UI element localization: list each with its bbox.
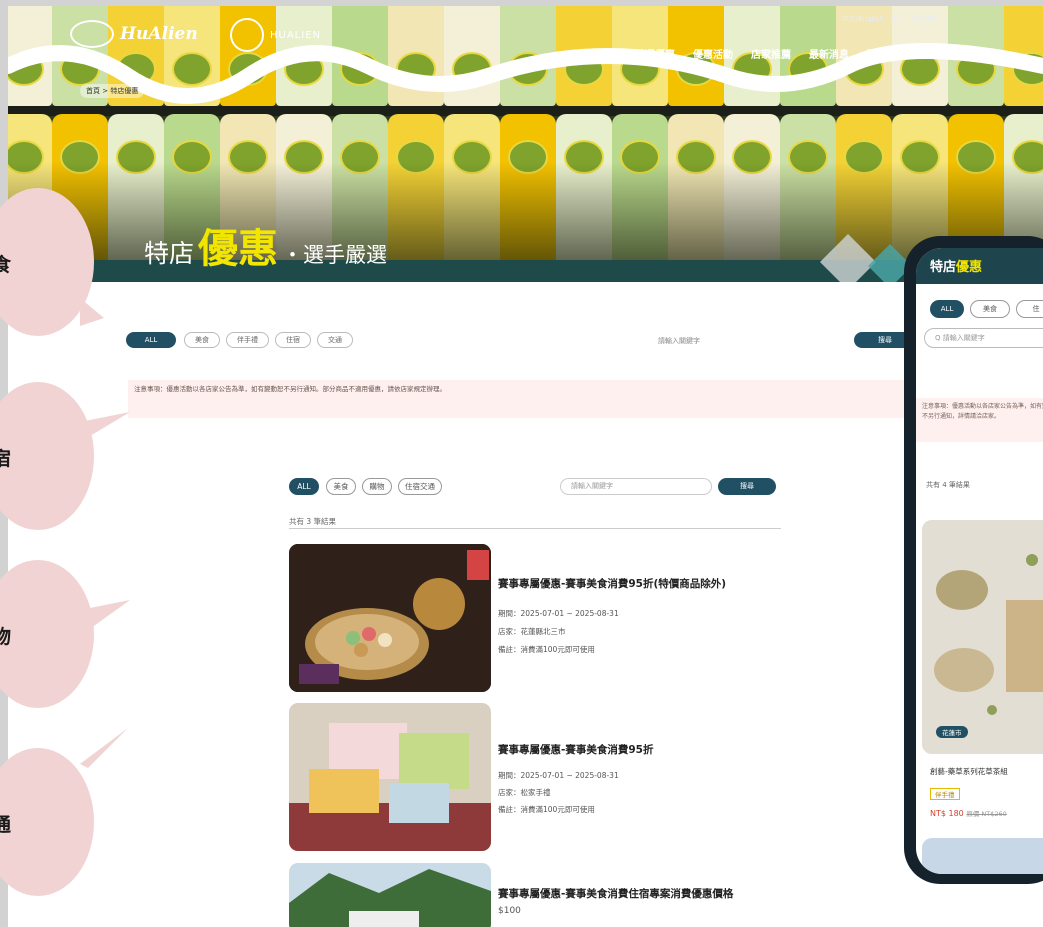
phone-product-image[interactable] <box>922 520 1043 754</box>
content-search-button[interactable]: 搜尋 <box>718 478 776 495</box>
logo-text: HuAlien <box>120 24 198 44</box>
phone-notice: 注意事項：優惠活動以各店家公告為準，如有變動恕不另行通知，詳情請洽店家。 <box>916 398 1043 442</box>
card-period: 期間：2025-07-01 ~ 2025-08-31 <box>498 771 619 780</box>
bubble-tail <box>80 412 130 442</box>
filter-shopping[interactable]: 購物 <box>362 478 392 495</box>
price-current: NT$ 180 <box>930 809 964 818</box>
bubble-label: 宿 <box>0 448 12 470</box>
phone-price: NT$ 180 原價 NT$260 <box>930 808 1007 818</box>
card-title[interactable]: 賽事專屬優惠-賽事美食消費95折 <box>498 742 780 757</box>
phone-product-name[interactable]: 創藝-藥草系列花草茶組 <box>930 766 1008 777</box>
card-title[interactable]: 賽事專屬優惠-賽事美食消費住宿專案消費優惠價格 <box>498 886 780 901</box>
phone-title-prefix: 特店 <box>930 260 957 275</box>
bubble-label: 食 <box>0 254 12 276</box>
hero-title-suffix: ・選手嚴選 <box>282 243 388 267</box>
gift-box-photo <box>289 703 491 851</box>
bubble-tail <box>80 298 104 326</box>
dessert-plate-photo <box>289 544 491 692</box>
phone-search-input[interactable]: Q 請輸入關鍵字 <box>924 328 1043 348</box>
search-input[interactable]: 請輸入關鍵字 <box>658 336 700 346</box>
nav-item[interactable]: 店家推薦 <box>751 46 791 61</box>
partner-logo[interactable]: HUALIEN <box>230 18 321 52</box>
card-title[interactable]: 賽事專屬優惠-賽事美食消費95折(特價商品除外) <box>498 576 780 591</box>
phone-chip[interactable]: 美食 <box>970 300 1010 318</box>
nav-item[interactable]: 最新消息 <box>809 46 849 61</box>
hero-title-prefix: 特店 <box>144 239 195 268</box>
phone-chip[interactable]: 住 <box>1016 300 1043 318</box>
nav-item[interactable]: 優惠活動 <box>693 46 733 61</box>
content-search-input[interactable]: 請輸入關鍵字 <box>560 478 712 495</box>
location-badge: 花蓮市 <box>936 726 968 738</box>
filter-all[interactable]: ALL <box>289 478 319 495</box>
bubble-tail <box>80 728 128 768</box>
card-image[interactable] <box>289 544 491 692</box>
category-chip[interactable]: 伴手禮 <box>226 332 269 348</box>
card-image[interactable] <box>289 703 491 851</box>
bubble-label: 物 <box>0 626 12 648</box>
result-count: 共有 3 筆結果 <box>289 517 337 526</box>
bubble-tail <box>80 600 130 636</box>
notice-box: 注意事項：優惠活動以各店家公告為準，如有變動恕不另行通知。部分商品不適用優惠，請… <box>128 380 918 418</box>
price-original: 原價 NT$260 <box>966 810 1007 818</box>
card-period: 期間：2025-07-01 ~ 2025-08-31 <box>498 609 619 618</box>
hualien-logo[interactable]: HuAlien <box>70 20 198 48</box>
phone-product-tag: 伴手禮 <box>930 788 960 800</box>
phone-tab-all[interactable]: ALL <box>930 300 964 318</box>
nav-item[interactable]: 精選優惠 <box>635 46 675 61</box>
category-chips: 美食 伴手禮 住宿 交通 <box>184 332 353 348</box>
phone-next-card <box>922 838 1043 874</box>
herb-tea-photo <box>922 520 1043 754</box>
hero-title-highlight: 優惠 <box>198 226 279 272</box>
phone-result-count: 共有 4 筆結果 <box>926 481 970 489</box>
filter-food[interactable]: 美食 <box>326 478 356 495</box>
category-chip[interactable]: 住宿 <box>275 332 311 348</box>
phone-mockup: 特店優惠 ALL 美食 住 Q 請輸入關鍵字 注意事項：優惠活動以各店家公告為準… <box>904 236 1043 884</box>
card-store: 店家：松家手禮 <box>498 788 551 797</box>
hero-banner: HuAlien HUALIEN 中文/English · 登入 · 會員專區 精… <box>8 6 1043 282</box>
logo-mark-icon <box>70 20 114 48</box>
card-image[interactable] <box>289 863 491 927</box>
category-chip[interactable]: 交通 <box>317 332 353 348</box>
mountain-photo <box>289 863 491 927</box>
category-chip[interactable]: 美食 <box>184 332 220 348</box>
nav-item[interactable]: 聯絡我們 <box>867 46 907 61</box>
hero-title: 特店 優惠 ・選手嚴選 <box>144 216 387 274</box>
screenshot: { "header": { "logo_text": "HuAlien", "l… <box>0 0 1043 927</box>
phone-title-highlight: 優惠 <box>956 260 983 275</box>
card-note: 備註：消費滿100元即可使用 <box>498 805 595 814</box>
partner-seal-icon <box>230 18 264 52</box>
breadcrumb[interactable]: 首頁 > 特店優惠 <box>80 84 145 98</box>
filter-stay[interactable]: 住宿交通 <box>398 478 442 495</box>
phone-screen: 特店優惠 ALL 美食 住 Q 請輸入關鍵字 注意事項：優惠活動以各店家公告為準… <box>916 248 1043 874</box>
card-price: $100 <box>498 906 521 916</box>
card-note: 備註：消費滿100元即可使用 <box>498 645 595 654</box>
partner-logo-text: HUALIEN <box>270 29 321 41</box>
bubble-label: 通 <box>0 814 12 836</box>
top-utility-bar[interactable]: 中文/English · 登入 · 會員專區 <box>842 14 939 24</box>
phone-title: 特店優惠 <box>930 256 982 275</box>
main-nav: 精選優惠 優惠活動 店家推薦 最新消息 聯絡我們 <box>635 46 907 61</box>
card-store: 店家：花蓮縣北三市 <box>498 627 566 636</box>
website-page: HuAlien HUALIEN 中文/English · 登入 · 會員專區 精… <box>8 6 1043 927</box>
divider <box>289 528 781 529</box>
